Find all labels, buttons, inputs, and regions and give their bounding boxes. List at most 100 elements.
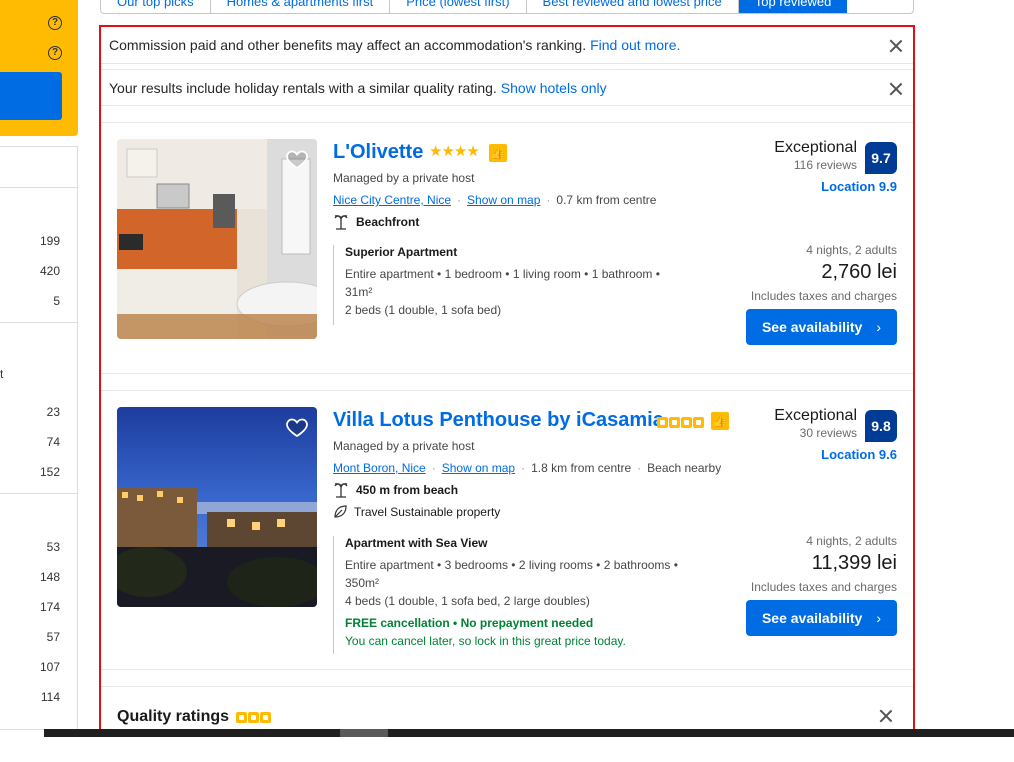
holiday-rentals-notice: Your results include holiday rentals wit… [101,69,913,106]
close-icon[interactable] [879,709,893,723]
help-icon[interactable]: ? [48,46,62,60]
unit-title: Apartment with Sea View [345,536,488,550]
property-card: L'Olivette ★★★★ 👍 Managed by a private h… [101,122,913,374]
free-cancellation: FREE cancellation • No prepayment needed [345,616,594,630]
filter-count: 420 [39,264,60,278]
results-list: Commission paid and other benefits may a… [99,25,915,737]
property-name-link[interactable]: Villa Lotus Penthouse by iCasamia [333,409,664,432]
see-availability-button[interactable]: See availability › [746,600,897,636]
see-availability-button[interactable]: See availability › [746,309,897,345]
area-link[interactable]: Mont Boron, Nice [333,461,426,475]
unit-beds: 4 beds (1 double, 1 sofa bed, 2 large do… [345,594,590,608]
unit-description: Entire apartment • 3 bedrooms • 2 living… [345,558,678,572]
close-icon[interactable] [889,39,903,53]
unit-title: Superior Apartment [345,245,458,259]
heart-icon[interactable] [285,147,309,171]
notice-text: Your results include holiday rentals wit… [109,79,497,96]
property-photo[interactable] [117,407,317,607]
tab-best-reviewed-lowest-price[interactable]: Best reviewed and lowest price [527,0,739,13]
horizontal-scrollbar-thumb[interactable] [340,729,388,737]
divider [0,322,77,323]
thumbs-up-icon[interactable]: 👍 [489,144,507,162]
location-line: Nice City Centre, Nice · Show on map · 0… [333,193,656,207]
button-label: See availability [761,319,863,335]
review-score-badge[interactable]: 9.7 [865,142,897,174]
quality-rating-squares [657,417,704,428]
filters-panel: 199 420 5 t 23 74 152 53 148 174 57 107 … [0,146,78,730]
unit-details: Apartment with Sea View Entire apartment… [333,536,693,654]
search-button[interactable] [0,72,62,120]
quality-rating-squares [236,712,271,723]
tab-price-lowest-first[interactable]: Price (lowest first) [390,0,527,13]
chevron-right-icon: › [876,610,882,626]
taskbar [44,729,1014,737]
price: 11,399 lei [811,552,897,574]
filter-count: 148 [39,570,60,584]
close-icon[interactable] [889,82,903,96]
location-score: Location 9.6 [821,447,897,462]
tab-homes-apartments-first[interactable]: Homes & apartments first [211,0,391,13]
help-icon[interactable]: ? [48,16,62,30]
beach-feature-label: Beachfront [356,214,420,229]
review-count: 116 reviews [793,158,857,172]
beach-nearby-text: Beach nearby [647,461,722,475]
filter-count: 174 [39,600,60,614]
filter-count: 114 [40,690,60,704]
stay-length: 4 nights, 2 adults [806,243,897,257]
tab-top-reviewed[interactable]: Top reviewed [738,0,848,13]
review-score-word: Exceptional [774,407,857,424]
area-link[interactable]: Nice City Centre, Nice [333,193,451,207]
star-rating: ★★★★ [429,143,480,160]
review-score-word: Exceptional [774,139,857,156]
notice-text: Commission paid and other benefits may a… [109,37,587,53]
location-score: Location 9.9 [821,179,897,194]
price: 2,760 lei [821,261,897,283]
beach-distance-feature: 450 m from beach [333,481,458,498]
heart-icon[interactable] [285,415,309,439]
show-hotels-only-link[interactable]: Show hotels only [501,80,607,96]
distance-text: 1.8 km from centre [531,461,632,475]
taxes-note: Includes taxes and charges [750,289,897,303]
separator: · [546,193,551,207]
separator: · [637,461,642,475]
property-photo[interactable] [117,139,317,339]
search-panel: ? ? [0,0,78,136]
unit-beds: 2 beds (1 double, 1 sofa bed) [345,303,502,317]
property-card: Villa Lotus Penthouse by iCasamia 👍 Mana… [101,390,913,670]
find-out-more-link[interactable]: Find out more. [590,37,680,53]
unit-size: 350m² [345,576,380,590]
quality-ratings-title: Quality ratings [117,708,230,725]
divider [0,187,77,188]
managed-by-host: Managed by a private host [333,439,475,453]
tab-our-top-picks[interactable]: Our top picks [101,0,211,13]
managed-by-host: Managed by a private host [333,171,475,185]
show-on-map-link[interactable]: Show on map [467,193,540,207]
tabs-spacer [847,0,913,13]
cancel-later-note: You can cancel later, so lock in this gr… [345,634,626,648]
filter-count: 152 [39,465,60,479]
separator: · [521,461,526,475]
sustainable-label: Travel Sustainable property [354,504,501,519]
separator: · [457,193,462,207]
unit-details: Superior Apartment Entire apartment • 1 … [333,245,693,325]
review-score-badge[interactable]: 9.8 [865,410,897,442]
sort-tabs: Our top picks Homes & apartments first P… [100,0,914,14]
filter-count: 199 [39,234,60,248]
filter-label-fragment: t [0,367,4,381]
thumbs-up-icon[interactable]: 👍 [711,412,729,430]
show-on-map-link[interactable]: Show on map [442,461,515,475]
filter-count: 5 [53,294,60,308]
commission-notice: Commission paid and other benefits may a… [101,27,913,64]
filter-count: 57 [46,630,60,644]
review-count: 30 reviews [799,426,857,440]
location-line: Mont Boron, Nice · Show on map · 1.8 km … [333,461,721,475]
beach-distance-label: 450 m from beach [356,482,459,497]
palm-tree-icon [334,215,348,230]
filter-count: 23 [46,405,60,419]
chevron-right-icon: › [876,319,882,335]
property-name-link[interactable]: L'Olivette [333,141,423,164]
beach-feature: Beachfront [333,213,419,230]
filter-count: 53 [46,540,60,554]
filter-count: 74 [46,435,60,449]
filter-count: 107 [39,660,60,674]
